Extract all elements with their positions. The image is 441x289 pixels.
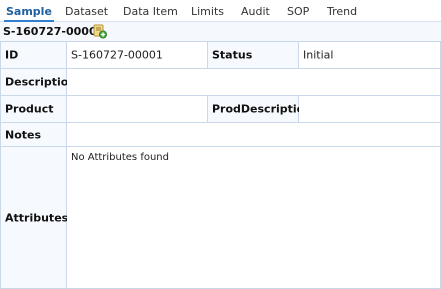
description-label: Description	[5, 75, 77, 89]
record-header: S-160727-00001	[0, 22, 441, 42]
description-value-cell	[67, 69, 441, 96]
tab-sample[interactable]: Sample	[4, 5, 54, 22]
prod-description-value-cell	[299, 96, 441, 123]
notes-value-cell	[67, 123, 441, 147]
record-grid: ID S-160727-00001 Status Initial Descrip…	[0, 42, 441, 289]
notes-label: Notes	[5, 128, 42, 141]
prod-description-label: ProdDescription	[212, 102, 313, 116]
tab-dataset[interactable]: Dataset	[65, 5, 108, 18]
attributes-label-cell: Attributes	[0, 147, 69, 289]
tab-bar: Sample Dataset Data Item Limits Audit SO…	[0, 0, 441, 22]
prod-description-label-cell: ProdDescription	[208, 96, 312, 123]
id-value-cell: S-160727-00001	[67, 42, 208, 69]
tab-limits[interactable]: Limits	[191, 5, 224, 18]
page-title: S-160727-00001	[3, 25, 105, 38]
id-label-cell: ID	[0, 42, 67, 69]
attributes-empty-message: No Attributes found	[71, 152, 169, 163]
notes-label-cell: Notes	[0, 123, 67, 147]
attributes-label: Attributes	[5, 211, 69, 224]
product-label-cell: Product	[0, 96, 67, 123]
status-value-cell: Initial	[299, 42, 441, 69]
edit-add-icon[interactable]	[92, 24, 107, 39]
attributes-value-cell: No Attributes found	[67, 147, 441, 289]
tab-sop[interactable]: SOP	[287, 5, 309, 18]
tab-data-item[interactable]: Data Item	[123, 5, 178, 18]
product-label: Product	[5, 102, 54, 116]
tab-audit[interactable]: Audit	[241, 5, 270, 18]
product-value-cell	[67, 96, 208, 123]
status-label: Status	[212, 48, 253, 62]
tab-trend[interactable]: Trend	[327, 5, 357, 18]
description-label-cell: Description	[0, 69, 76, 96]
status-label-cell: Status	[208, 42, 299, 69]
id-value: S-160727-00001	[71, 48, 163, 62]
id-label: ID	[5, 48, 19, 62]
status-value: Initial	[303, 48, 334, 62]
